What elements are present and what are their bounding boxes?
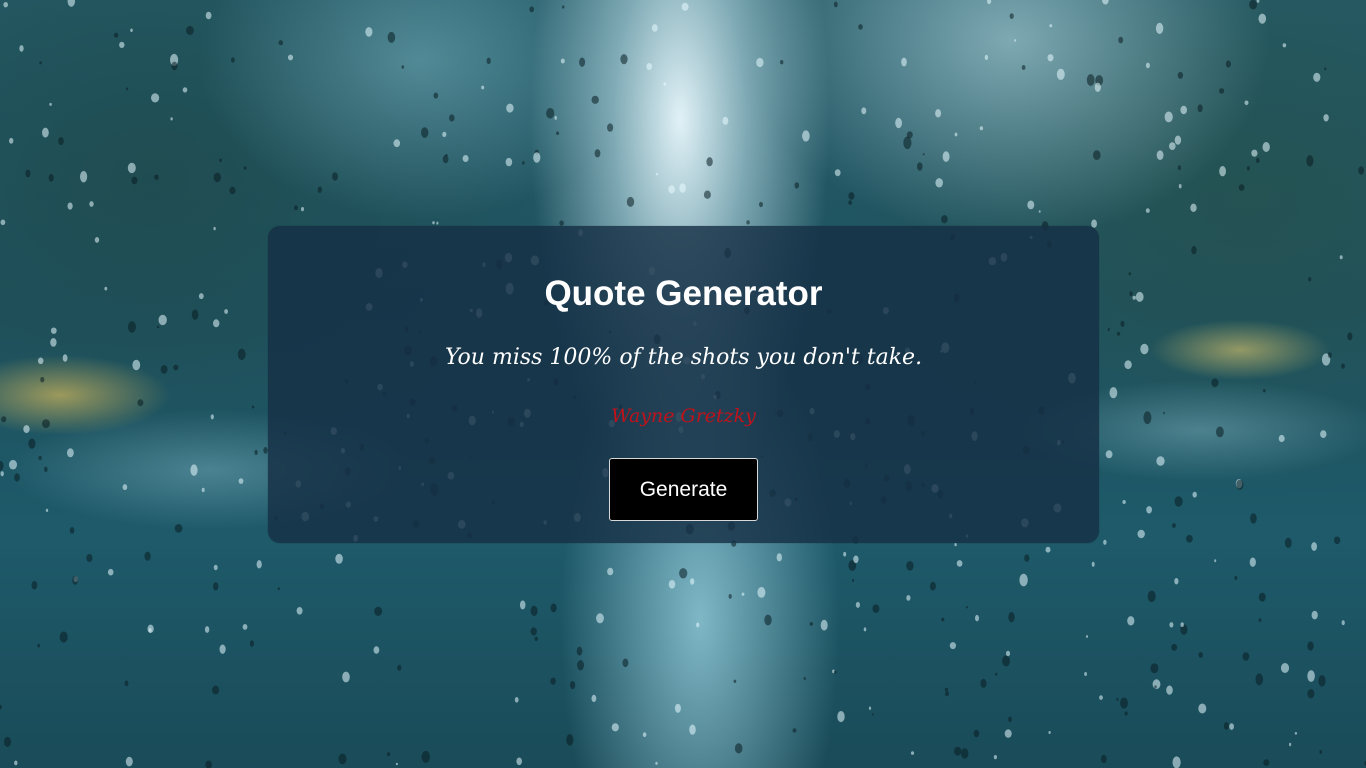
quote-author: Wayne Gretzky bbox=[611, 405, 756, 427]
page-title: Quote Generator bbox=[544, 274, 823, 313]
quote-text: You miss 100% of the shots you don't tak… bbox=[444, 345, 923, 370]
generate-button[interactable]: Generate bbox=[609, 458, 758, 521]
quote-card: Quote Generator You miss 100% of the sho… bbox=[268, 226, 1099, 543]
